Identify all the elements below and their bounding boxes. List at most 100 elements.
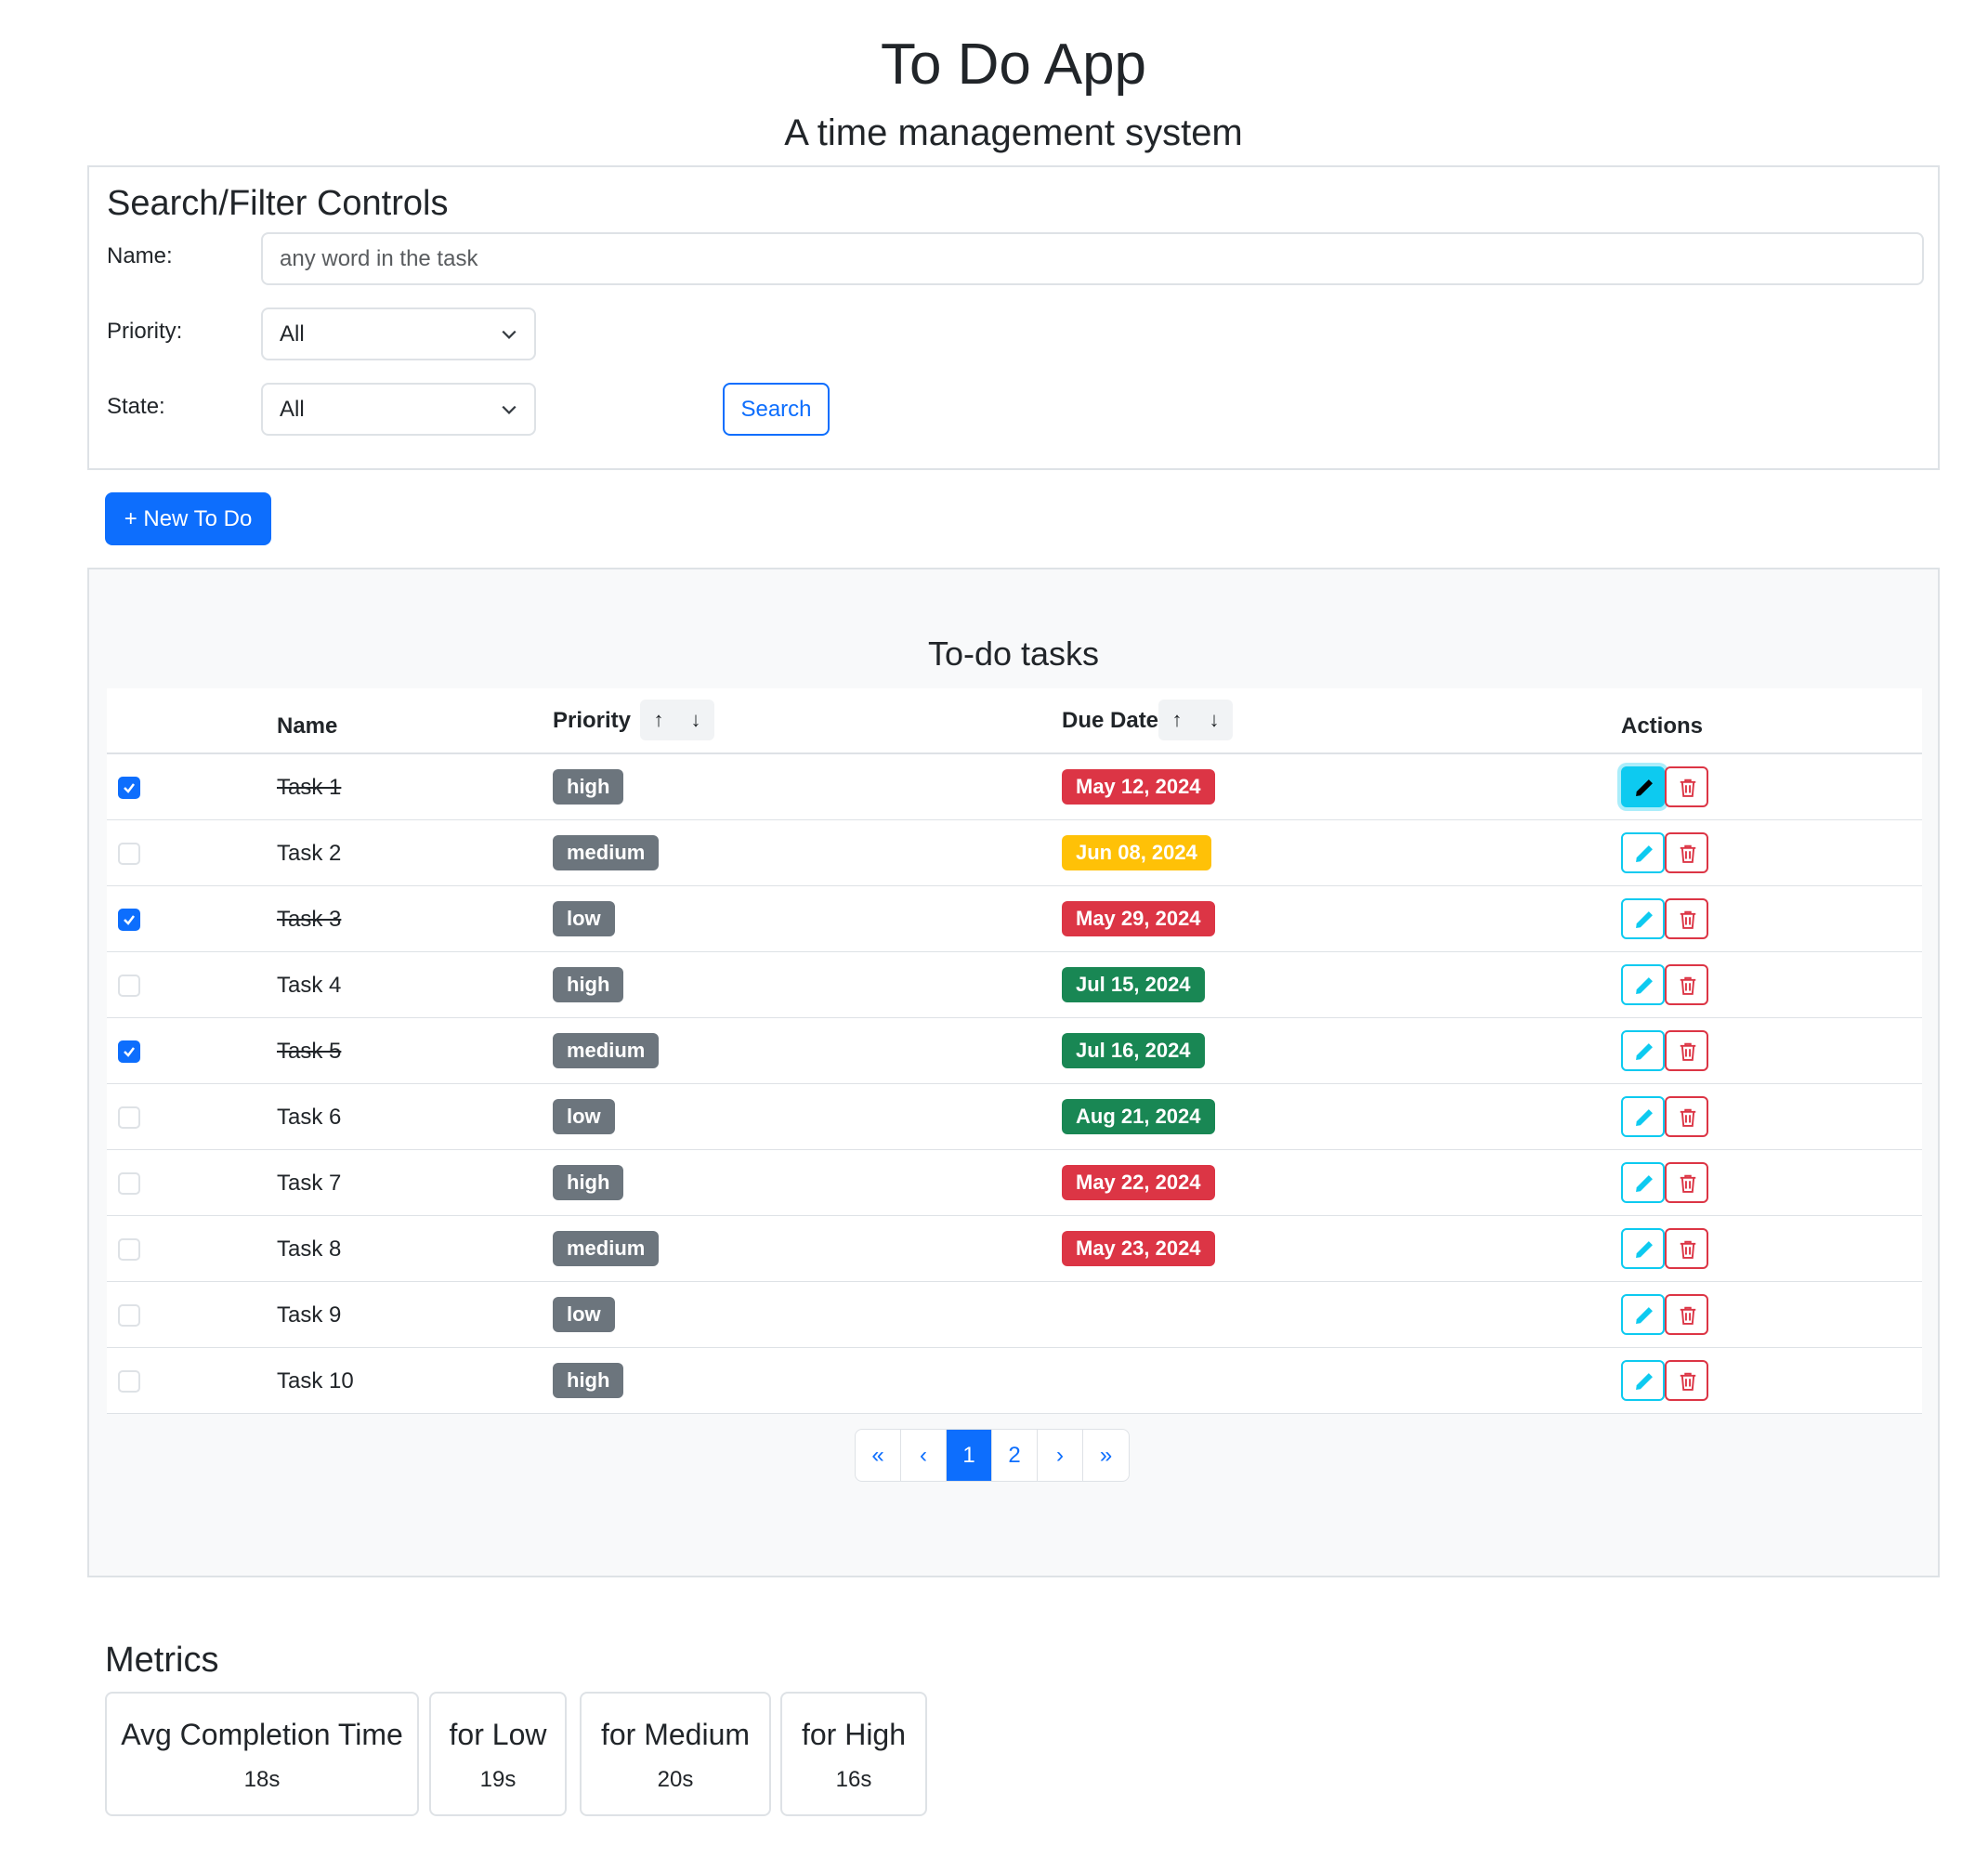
check-icon — [124, 783, 135, 793]
task-checkbox[interactable] — [118, 843, 140, 865]
metric-value: 18s — [243, 1767, 281, 1792]
state-label: State: — [107, 394, 165, 419]
tasks-table: Name Priority ↑ ↓ Due Date ↑ ↓ Actions Tas… — [107, 688, 1922, 1414]
trash-icon — [1680, 1042, 1696, 1061]
state-select[interactable]: All — [261, 383, 536, 436]
due-date-sort-group: ↑ ↓ — [1158, 700, 1233, 740]
due-date-sort-asc-button[interactable]: ↑ — [1158, 700, 1196, 740]
table-header: Name Priority ↑ ↓ Due Date ↑ ↓ Actions — [107, 688, 1922, 754]
edit-button[interactable] — [1621, 898, 1665, 939]
metric-value: 19s — [479, 1767, 517, 1792]
task-checkbox[interactable] — [118, 909, 140, 931]
pagination: «‹ 1 2 ›» — [855, 1429, 1130, 1482]
task-checkbox[interactable] — [118, 975, 140, 997]
task-name: Task 9 — [277, 1302, 342, 1328]
edit-button[interactable] — [1621, 1294, 1665, 1335]
task-name: Task 6 — [277, 1105, 342, 1130]
metric-label: for Medium — [600, 1718, 751, 1751]
task-name: Task 5 — [277, 1039, 342, 1064]
due-date-badge: Jun 08, 2024 — [1062, 835, 1211, 870]
app-title: To Do App — [880, 33, 1147, 97]
table-row: Task 7 high May 22, 2024 — [107, 1150, 1922, 1216]
edit-button[interactable] — [1621, 832, 1665, 873]
pencil-icon — [1636, 1175, 1653, 1192]
task-name: Task 4 — [277, 973, 342, 998]
edit-button[interactable] — [1621, 1162, 1665, 1203]
page-link[interactable]: » — [1083, 1430, 1129, 1481]
column-header-due-date: Due Date — [1062, 708, 1159, 733]
priority-sort-desc-button[interactable]: ↓ — [677, 700, 714, 740]
page-link[interactable]: › — [1038, 1430, 1083, 1481]
edit-button[interactable] — [1621, 1228, 1665, 1269]
due-date-sort-desc-button[interactable]: ↓ — [1196, 700, 1233, 740]
table-row: Task 9 low — [107, 1282, 1922, 1348]
priority-label: Priority: — [107, 319, 183, 344]
task-name: Task 3 — [277, 907, 342, 932]
task-checkbox[interactable] — [118, 1370, 140, 1393]
edit-button[interactable] — [1621, 964, 1665, 1005]
priority-badge: high — [553, 1363, 624, 1398]
trash-icon — [1680, 976, 1696, 995]
tasks-panel: To-do tasks Name Priority ↑ ↓ Due Date ↑ ↓… — [87, 568, 1940, 1577]
priority-badge: high — [553, 1165, 624, 1200]
priority-badge: medium — [553, 1033, 660, 1068]
due-date-badge: Jul 16, 2024 — [1062, 1033, 1205, 1068]
pencil-icon — [1636, 911, 1653, 928]
column-header-name: Name — [277, 713, 338, 739]
task-checkbox[interactable] — [118, 1238, 140, 1261]
priority-badge: high — [553, 967, 624, 1002]
metric-card: for Low 19s — [429, 1692, 567, 1816]
edit-button[interactable] — [1621, 1096, 1665, 1137]
delete-button[interactable] — [1665, 1096, 1708, 1137]
name-search-input[interactable]: any word in the task — [261, 232, 1924, 285]
trash-icon — [1680, 1108, 1696, 1127]
trash-icon — [1680, 1306, 1696, 1325]
task-name: Task 10 — [277, 1368, 354, 1394]
new-todo-button[interactable]: + New To Do — [105, 492, 271, 545]
due-date-badge: Aug 21, 2024 — [1062, 1099, 1215, 1134]
task-name: Task 7 — [277, 1171, 342, 1196]
metric-card: for High 16s — [780, 1692, 927, 1816]
pencil-icon — [1636, 977, 1653, 994]
edit-button[interactable] — [1621, 1030, 1665, 1071]
delete-button[interactable] — [1665, 832, 1708, 873]
task-checkbox[interactable] — [118, 1172, 140, 1195]
page-link[interactable]: 1 — [947, 1430, 992, 1481]
priority-badge: high — [553, 769, 624, 805]
priority-sort-group: ↑ ↓ — [640, 700, 714, 740]
task-checkbox[interactable] — [118, 777, 140, 799]
priority-badge: low — [553, 1297, 615, 1332]
name-label: Name: — [107, 243, 173, 268]
delete-button[interactable] — [1665, 1162, 1708, 1203]
pencil-icon — [1636, 845, 1653, 862]
delete-button[interactable] — [1665, 898, 1708, 939]
trash-icon — [1680, 1372, 1696, 1391]
metric-card: for Medium 20s — [580, 1692, 771, 1816]
delete-button[interactable] — [1665, 1360, 1708, 1401]
page-link[interactable]: 2 — [992, 1430, 1038, 1481]
priority-badge: medium — [553, 1231, 660, 1266]
delete-button[interactable] — [1665, 1228, 1708, 1269]
delete-button[interactable] — [1665, 766, 1708, 807]
delete-button[interactable] — [1665, 964, 1708, 1005]
due-date-badge: Jul 15, 2024 — [1062, 967, 1205, 1002]
trash-icon — [1680, 1240, 1696, 1259]
search-button[interactable]: Search — [723, 383, 830, 436]
priority-select[interactable]: All — [261, 307, 536, 360]
chevron-down-icon — [502, 405, 517, 414]
task-checkbox[interactable] — [118, 1040, 140, 1063]
state-select-value: All — [280, 397, 305, 422]
priority-sort-asc-button[interactable]: ↑ — [640, 700, 677, 740]
page-link[interactable]: « — [856, 1430, 901, 1481]
priority-badge: low — [553, 1099, 615, 1134]
task-checkbox[interactable] — [118, 1304, 140, 1327]
task-checkbox[interactable] — [118, 1106, 140, 1129]
pencil-icon — [1636, 1307, 1653, 1324]
delete-button[interactable] — [1665, 1294, 1708, 1335]
edit-button[interactable] — [1621, 766, 1665, 807]
column-header-actions: Actions — [1621, 713, 1704, 739]
pencil-icon — [1636, 1109, 1653, 1126]
edit-button[interactable] — [1621, 1360, 1665, 1401]
page-link[interactable]: ‹ — [901, 1430, 947, 1481]
delete-button[interactable] — [1665, 1030, 1708, 1071]
